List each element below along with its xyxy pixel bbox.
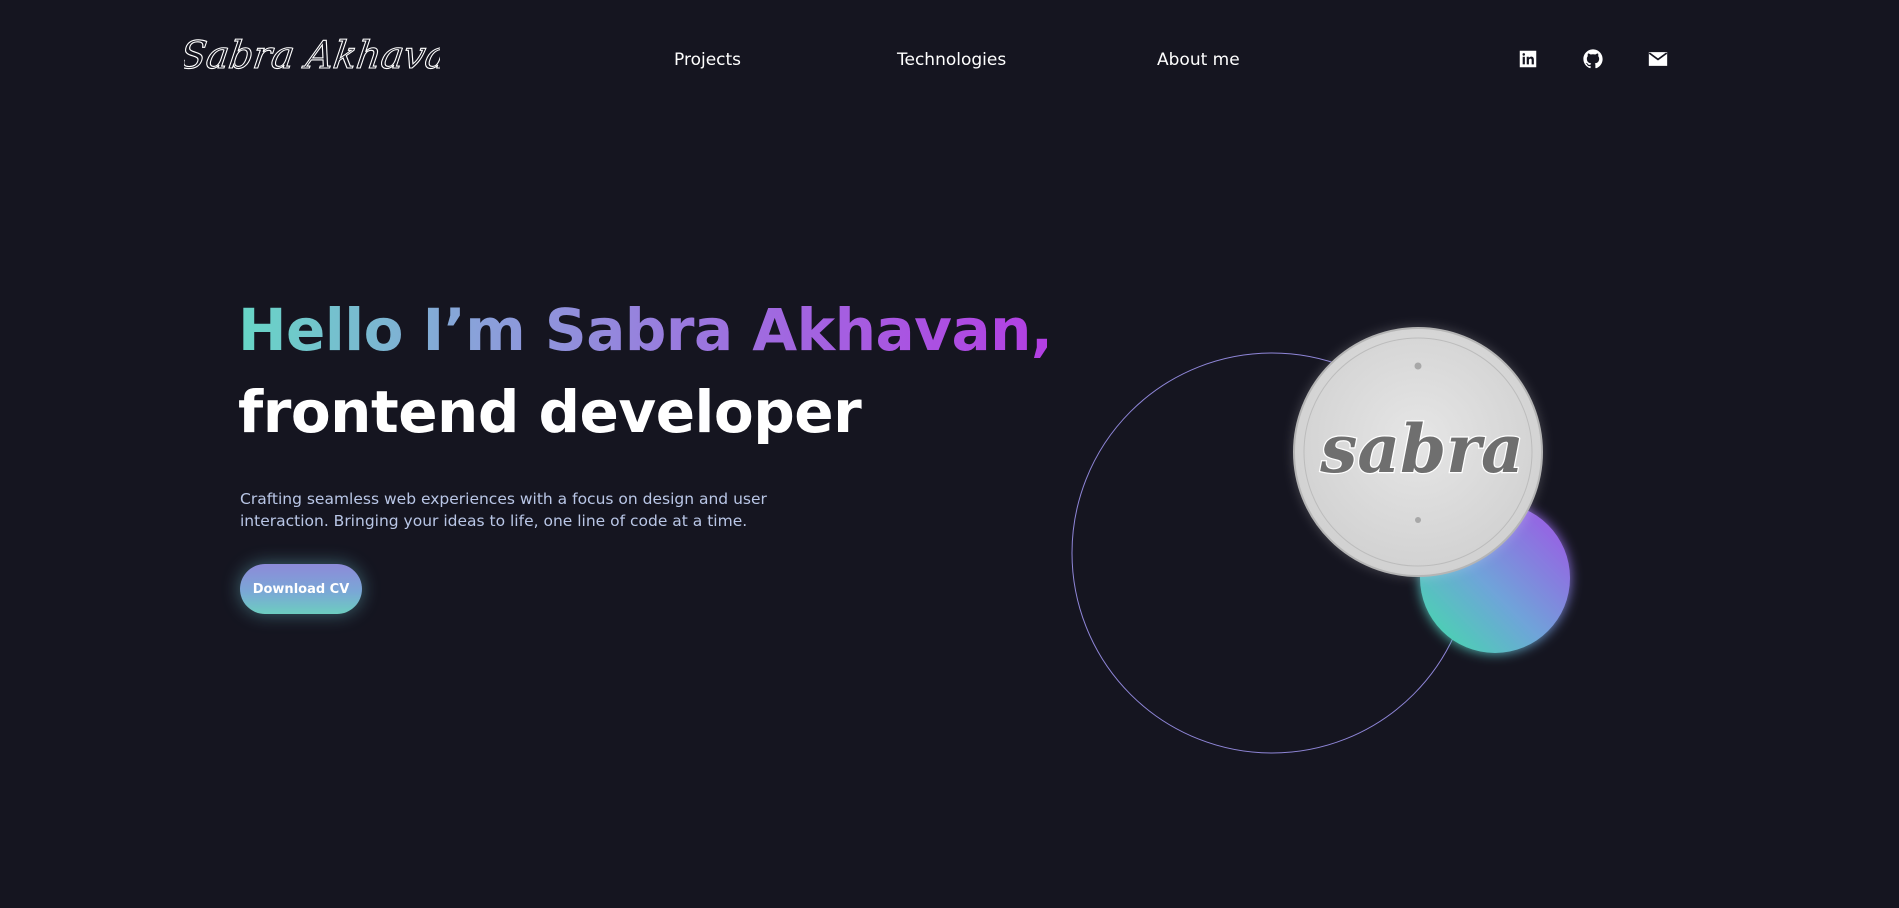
badge-text: sabra	[1319, 410, 1524, 488]
mail-icon	[1648, 52, 1668, 66]
sabra-badge: sabra	[1293, 327, 1543, 577]
linkedin-icon	[1519, 50, 1537, 68]
linkedin-link[interactable]	[1515, 46, 1541, 72]
main-nav: Projects Technologies About me	[0, 50, 1899, 78]
github-icon	[1583, 49, 1603, 69]
hero-description: Crafting seamless web experiences with a…	[240, 490, 767, 530]
github-link[interactable]	[1580, 46, 1606, 72]
page: Sabra Akhavan Projects Technologies Abou…	[0, 0, 1899, 908]
download-cv-button[interactable]: Download CV	[240, 564, 362, 614]
hero-illustration: sabra	[1060, 320, 1580, 760]
nav-technologies[interactable]: Technologies	[897, 50, 1006, 70]
mail-link[interactable]	[1645, 46, 1671, 72]
nav-projects[interactable]: Projects	[674, 50, 741, 70]
nav-about-me[interactable]: About me	[1157, 50, 1240, 70]
hero-role: frontend developer	[238, 378, 862, 446]
hero-greeting: Hello I’m Sabra Akhavan,	[238, 296, 1053, 364]
